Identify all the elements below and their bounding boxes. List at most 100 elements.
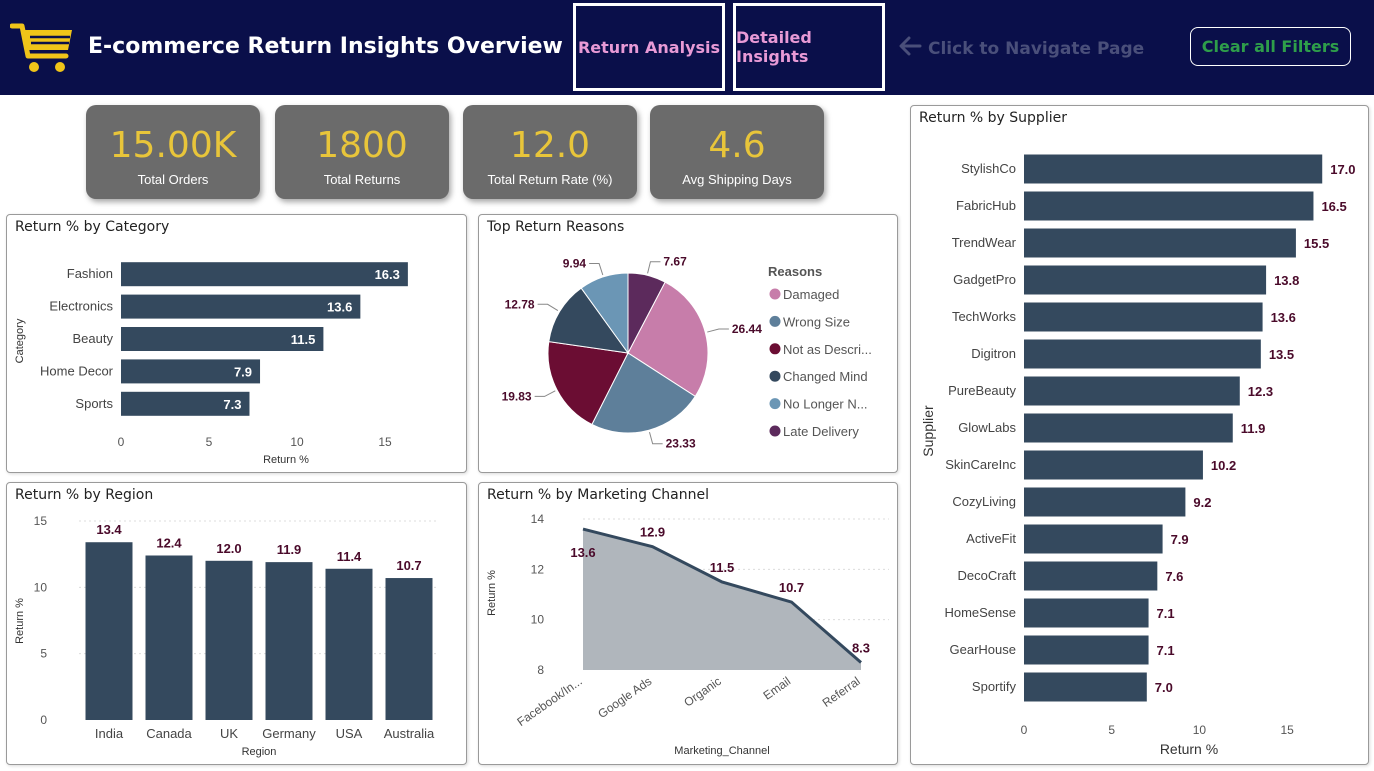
leader-line (647, 261, 661, 274)
kpi-card-avg-shipping-days: 4.6 Avg Shipping Days (650, 105, 824, 199)
bar (1024, 635, 1149, 665)
bar (1024, 598, 1149, 628)
y-tick-label: 5 (40, 647, 47, 661)
clear-filters-label: Clear all Filters (1201, 37, 1340, 56)
bar (385, 578, 433, 720)
legend-title: Reasons (768, 264, 822, 279)
category-label: PureBeauty (948, 383, 1016, 398)
x-tick-label: 10 (1193, 723, 1207, 737)
kpi-card-total-orders: 15.00K Total Orders (86, 105, 260, 199)
category-label: Sportify (972, 679, 1017, 694)
category-label: ActiveFit (966, 531, 1016, 546)
bar (145, 555, 193, 720)
channel-chart-panel[interactable]: 8 10 12 14 13.6 12.9 11.5 10.7 8.3 Facebook/In...… (478, 482, 898, 765)
category-bar-chart[interactable]: Fashion 16.3 Electronics 13.6 Beauty 11.5 Home… (7, 215, 467, 473)
legend-marker (769, 398, 781, 410)
leader-line (534, 390, 556, 397)
data-label: 7.3 (223, 397, 241, 412)
x-tick-label: 15 (1280, 723, 1294, 737)
data-label: 11.9 (277, 542, 302, 557)
bar (1024, 191, 1314, 221)
reasons-chart-panel[interactable]: 26.44 23.33 19.83 12.78 9.94 7.67 Reasons Damag… (478, 214, 898, 473)
bar (325, 568, 373, 720)
category-label: GlowLabs (958, 420, 1016, 435)
legend-marker (769, 315, 781, 327)
bar (1024, 524, 1163, 554)
kpi-card-total-returns: 1800 Total Returns (275, 105, 449, 199)
data-label: 7.1 (1157, 606, 1175, 621)
category-label: CozyLiving (952, 494, 1016, 509)
data-label: 26.44 (732, 322, 762, 336)
page-title: E-commerce Return Insights Overview (88, 34, 563, 59)
category-label: FabricHub (956, 198, 1016, 213)
data-label: 7.9 (234, 364, 252, 379)
category-chart-panel[interactable]: Fashion 16.3 Electronics 13.6 Beauty 11.5 Home… (6, 214, 467, 473)
data-label: 11.5 (291, 332, 316, 347)
nav-return-analysis-button[interactable]: Return Analysis (573, 3, 725, 91)
category-label: Facebook/In... (514, 674, 584, 729)
y-axis-label: Return % (14, 598, 26, 644)
reasons-pie-chart[interactable]: 26.44 23.33 19.83 12.78 9.94 7.67 Reasons Damag… (479, 215, 898, 473)
category-label: Australia (384, 726, 435, 741)
category-label: TechWorks (952, 309, 1017, 324)
supplier-chart-panel[interactable]: StylishCo 17.0 FabricHub 16.5 TrendWear 15.5 G… (910, 105, 1369, 765)
x-axis-label: Region (242, 746, 277, 758)
data-label: 12.3 (1248, 384, 1273, 399)
channel-area-chart[interactable]: 8 10 12 14 13.6 12.9 11.5 10.7 8.3 Facebook/In...… (479, 483, 898, 765)
legend-marker (769, 370, 781, 382)
category-label: Fashion (67, 266, 113, 281)
y-axis-label: Category (14, 318, 26, 363)
bar (1024, 376, 1240, 406)
category-label: UK (220, 726, 238, 741)
kpi-card-return-rate: 12.0 Total Return Rate (%) (463, 105, 637, 199)
data-label: 12.78 (505, 297, 535, 311)
arrow-left-icon (898, 36, 922, 61)
y-tick-label: 0 (40, 713, 47, 727)
x-tick-label: 10 (290, 435, 304, 449)
clear-filters-button[interactable]: Clear all Filters (1190, 27, 1351, 66)
data-label: 12.9 (640, 525, 665, 540)
x-axis-label: Return % (263, 454, 309, 466)
kpi-label: Total Returns (323, 172, 401, 187)
category-label: Digitron (971, 346, 1016, 361)
category-label: Sports (75, 396, 113, 411)
category-label: India (95, 726, 124, 741)
region-chart-panel[interactable]: 0 5 10 15 13.4 India 12.4 Canada 12.0 UK 11.9 Germa… (6, 482, 467, 765)
category-label: Germany (262, 726, 316, 741)
bar (1024, 265, 1267, 295)
y-tick-label: 10 (531, 613, 545, 627)
category-label: Canada (146, 726, 192, 741)
region-bar-chart[interactable]: 0 5 10 15 13.4 India 12.4 Canada 12.0 UK 11.9 Germa… (7, 483, 467, 765)
kpi-label: Total Return Rate (%) (487, 172, 613, 187)
nav-return-analysis-label: Return Analysis (577, 37, 721, 57)
legend-marker (769, 343, 781, 355)
legend-marker (769, 288, 781, 300)
category-label: Referral (820, 674, 863, 710)
data-label: 7.1 (1157, 643, 1175, 658)
nav-detailed-insights-button[interactable]: Detailed Insights (733, 3, 885, 91)
navigation-hint: Click to Navigate Page (898, 36, 1144, 61)
header-bar: E-commerce Return Insights Overview Retu… (0, 0, 1374, 95)
supplier-bar-chart[interactable]: StylishCo 17.0 FabricHub 16.5 TrendWear 15.5 G… (911, 106, 1369, 765)
kpi-label: Total Orders (137, 172, 209, 187)
data-label: 11.5 (710, 560, 735, 575)
data-label: 13.4 (96, 522, 122, 537)
data-label: 11.9 (1241, 421, 1266, 436)
data-label: 10.2 (1211, 458, 1236, 473)
bar (205, 560, 253, 720)
bar (1024, 228, 1296, 258)
data-label: 16.3 (375, 267, 400, 282)
kpi-value: 12.0 (509, 125, 591, 166)
panel-title: Return % by Supplier (919, 110, 1067, 126)
panel-title: Return % by Category (15, 219, 170, 235)
bar (1024, 339, 1261, 369)
legend-item: Not as Descri... (783, 342, 872, 357)
y-tick-label: 12 (531, 562, 545, 576)
leader-line (589, 263, 604, 276)
x-tick-label: 5 (206, 435, 213, 449)
category-label: GearHouse (950, 642, 1016, 657)
data-label: 8.3 (852, 640, 870, 655)
kpi-value: 4.6 (708, 125, 766, 166)
shopping-cart-icon (9, 20, 78, 76)
bar (1024, 672, 1147, 702)
